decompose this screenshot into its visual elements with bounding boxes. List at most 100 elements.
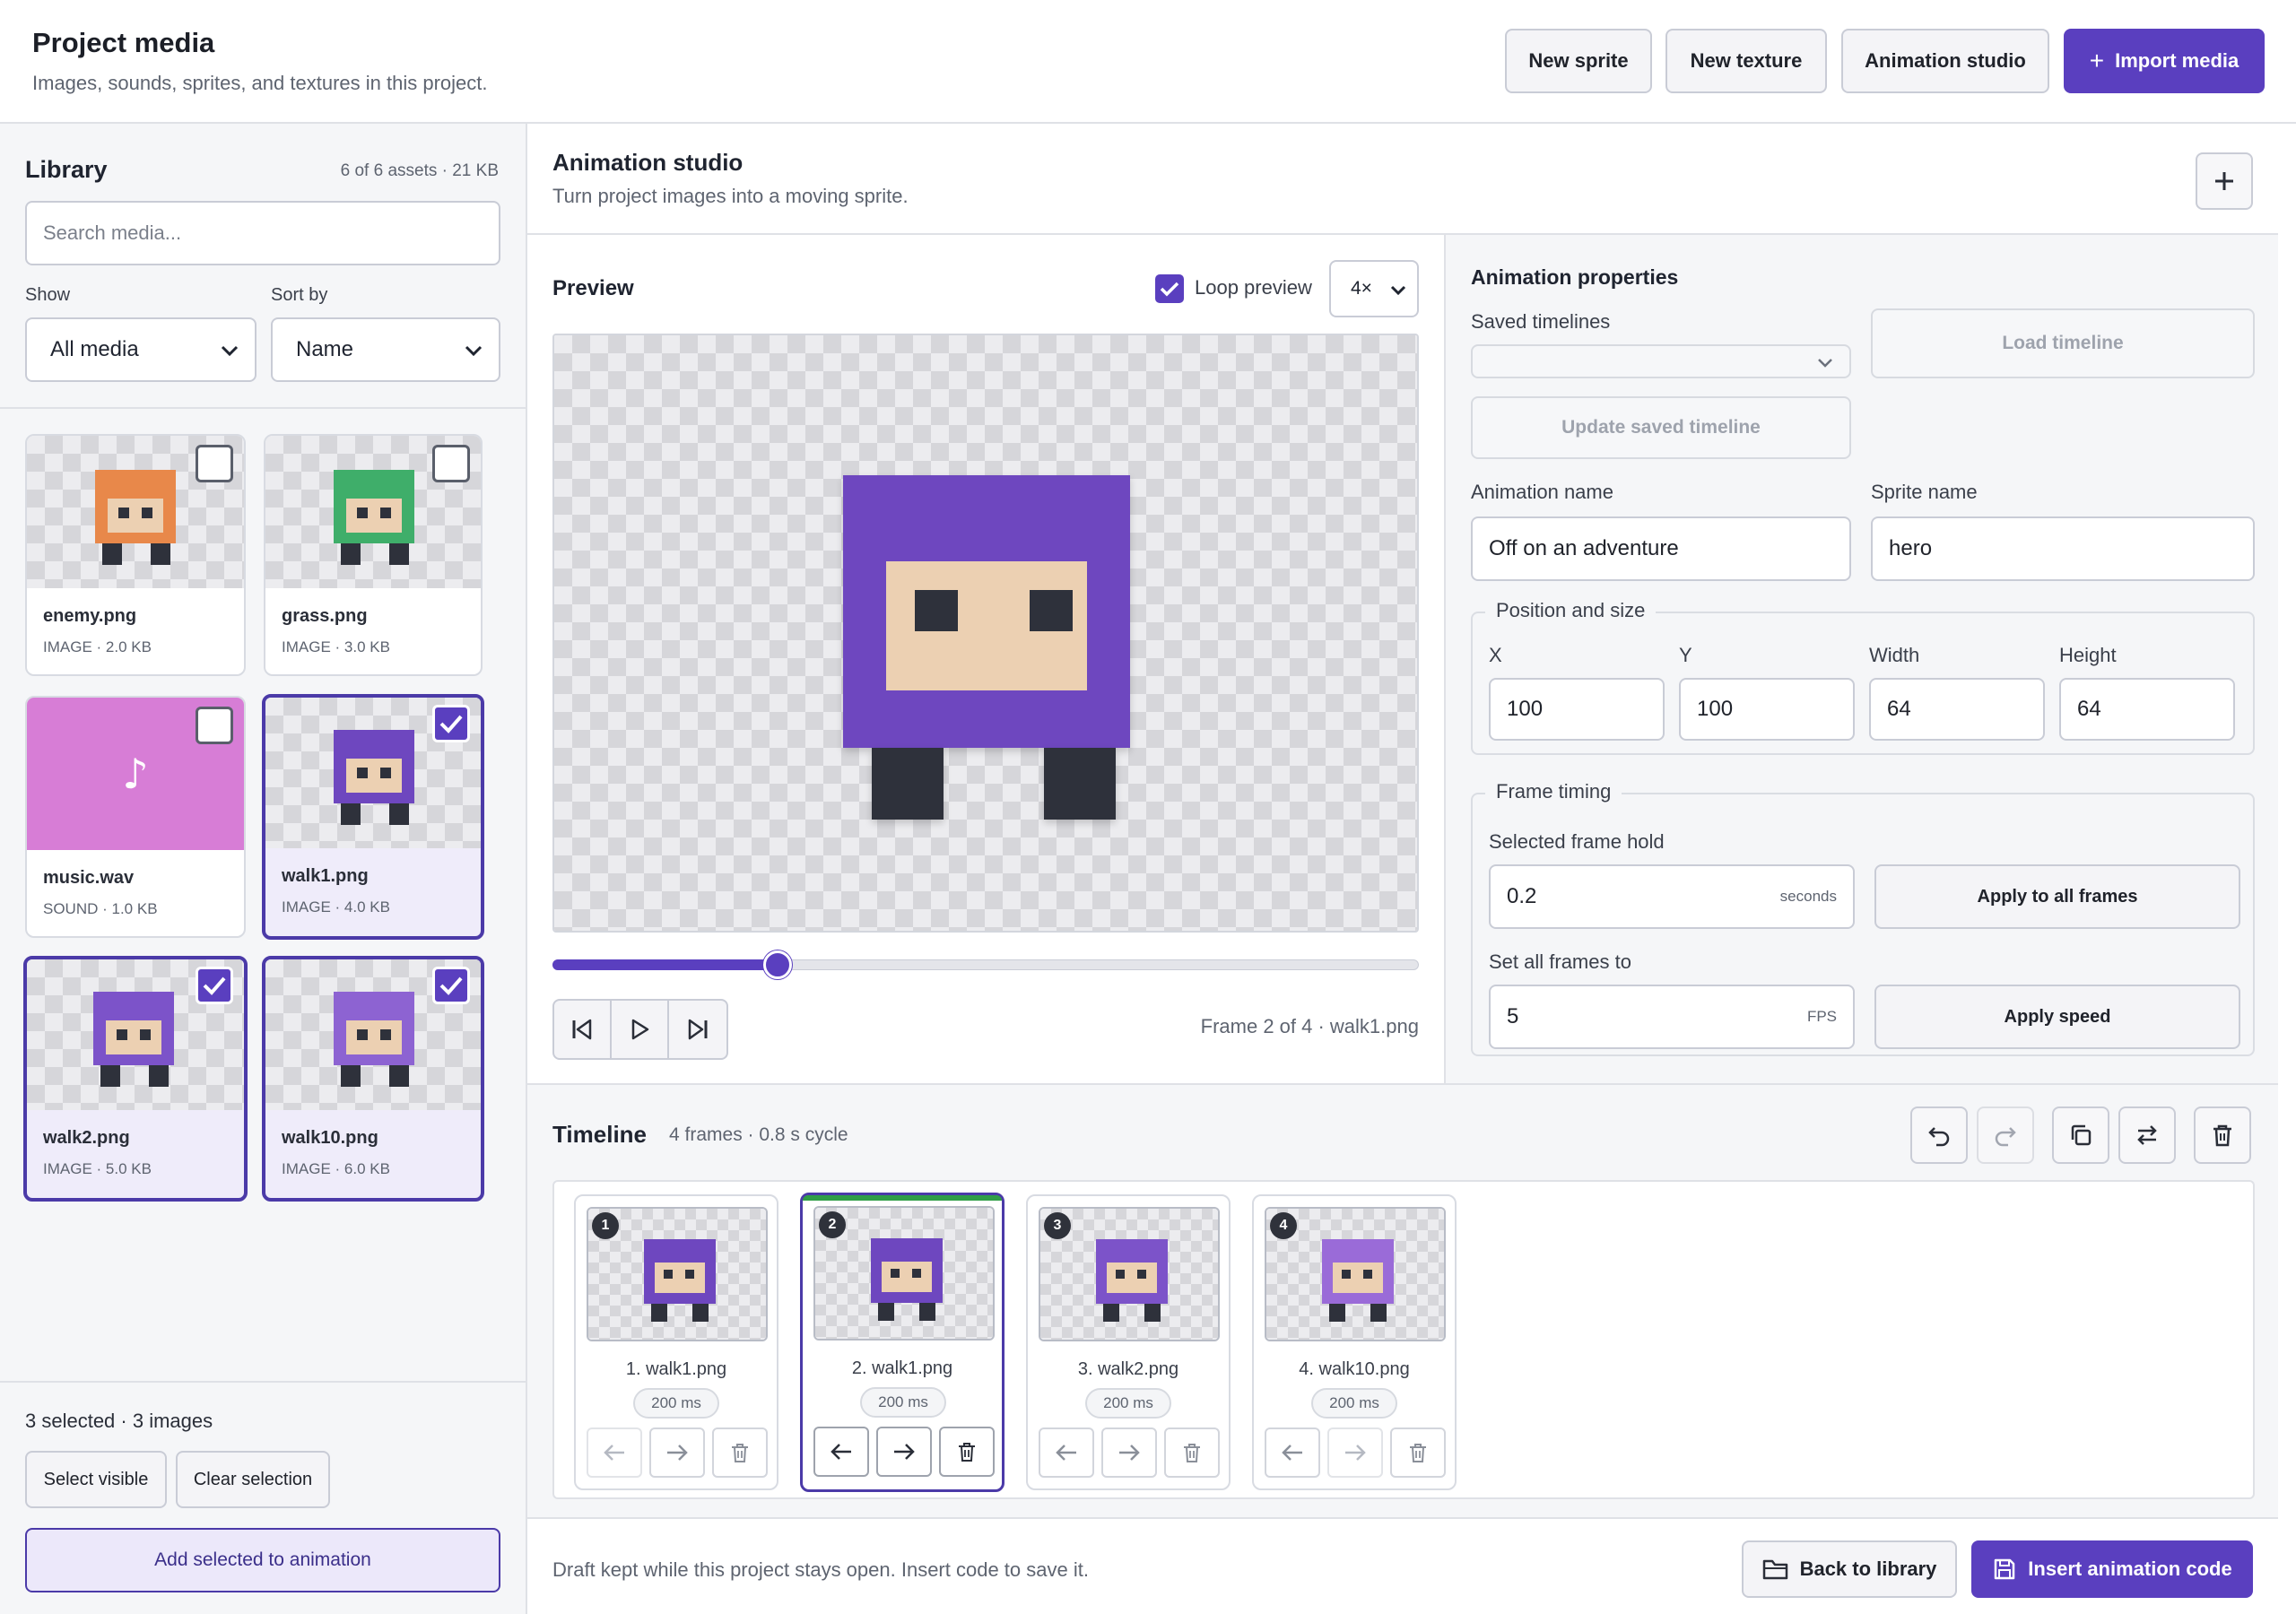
asset-card-walk10[interactable]: walk10.png IMAGE · 6.0 KB — [262, 956, 484, 1202]
search-input[interactable]: Search media... — [25, 201, 500, 265]
chevron-down-icon — [465, 337, 483, 362]
timeline-frame[interactable]: 3 3. walk2.png 200 ms — [1026, 1194, 1231, 1490]
frame-timing-legend: Frame timing — [1485, 780, 1622, 803]
update-saved-timeline-button[interactable]: Update saved timeline — [1471, 396, 1851, 459]
skip-back-button[interactable] — [554, 1001, 612, 1058]
selection-summary: 3 selected · 3 images — [25, 1410, 213, 1432]
arrow-right-icon — [667, 1445, 688, 1461]
asset-name: enemy.png — [43, 606, 137, 626]
clear-selection-button[interactable]: Clear selection — [176, 1451, 330, 1508]
skip-back-icon — [572, 1019, 592, 1040]
copy-icon — [2071, 1124, 2092, 1146]
arrow-right-icon — [894, 1444, 915, 1460]
fps-input[interactable]: 5 FPS — [1489, 985, 1855, 1049]
new-sprite-label: New sprite — [1528, 49, 1629, 72]
redo-button[interactable] — [1977, 1106, 2034, 1164]
sprite-name-value: hero — [1889, 536, 1933, 560]
y-input[interactable]: 100 — [1679, 678, 1855, 741]
move-left-button[interactable] — [1039, 1427, 1094, 1478]
save-icon — [1995, 1558, 2015, 1580]
new-sprite-button[interactable]: New sprite — [1505, 29, 1652, 93]
animation-name-input[interactable]: Off on an adventure — [1471, 516, 1851, 581]
chevron-down-icon — [221, 337, 239, 362]
expand-button[interactable] — [2196, 152, 2253, 210]
position-size-legend: Position and size — [1485, 599, 1657, 622]
sprite-image — [644, 1239, 716, 1323]
timeline-frame[interactable]: 4 4. walk10.png 200 ms — [1252, 1194, 1457, 1490]
show-select[interactable]: All media — [25, 317, 257, 382]
move-right-button[interactable] — [649, 1427, 705, 1478]
height-input[interactable]: 64 — [2059, 678, 2235, 741]
hold-unit: seconds — [1779, 888, 1837, 905]
asset-checkbox[interactable] — [196, 707, 233, 744]
sprite-image — [334, 992, 414, 1090]
move-right-button[interactable] — [1101, 1427, 1157, 1478]
skip-forward-button[interactable] — [669, 1001, 726, 1058]
undo-button[interactable] — [1910, 1106, 1968, 1164]
frame-hold-input[interactable]: 0.2 seconds — [1489, 864, 1855, 929]
move-left-button[interactable] — [587, 1427, 642, 1478]
add-selected-button[interactable]: Add selected to animation — [25, 1528, 500, 1592]
sprite-leg — [872, 748, 944, 820]
plus-icon: + — [2089, 47, 2105, 74]
animation-studio-button[interactable]: Animation studio — [1841, 29, 2049, 93]
asset-card-walk1[interactable]: walk1.png IMAGE · 4.0 KB — [262, 694, 484, 940]
check-icon — [439, 976, 463, 995]
width-input[interactable]: 64 — [1869, 678, 2045, 741]
move-left-button[interactable] — [813, 1427, 869, 1477]
delete-frame-button[interactable] — [2194, 1106, 2251, 1164]
apply-all-frames-label: Apply to all frames — [1977, 886, 2138, 907]
timeline-frame[interactable]: 1 1. walk1.png 200 ms — [574, 1194, 778, 1490]
x-input[interactable]: 100 — [1489, 678, 1665, 741]
width-label: Width — [1869, 644, 1920, 666]
apply-speed-button[interactable]: Apply speed — [1874, 985, 2240, 1049]
timeline-summary: 4 frames · 0.8 s cycle — [669, 1124, 848, 1145]
sprite-image — [93, 992, 174, 1090]
asset-card-music[interactable]: ♪ music.wav SOUND · 1.0 KB — [25, 696, 246, 938]
apply-all-frames-button[interactable]: Apply to all frames — [1874, 864, 2240, 929]
remove-frame-button[interactable] — [939, 1427, 995, 1477]
studio-header: Animation studio Turn project images int… — [527, 124, 2278, 235]
back-to-library-button[interactable]: Back to library — [1742, 1540, 1957, 1598]
asset-checkbox[interactable] — [432, 445, 470, 482]
loop-preview-checkbox[interactable] — [1155, 274, 1184, 303]
asset-checkbox-checked[interactable] — [432, 705, 470, 742]
asset-card-walk2[interactable]: walk2.png IMAGE · 5.0 KB — [23, 956, 248, 1202]
asset-card-grass[interactable]: grass.png IMAGE · 3.0 KB — [264, 434, 483, 676]
asset-checkbox-checked[interactable] — [196, 967, 233, 1004]
scrub-slider[interactable] — [552, 949, 1419, 979]
apply-speed-label: Apply speed — [2004, 1006, 2111, 1027]
import-media-button[interactable]: + Import media — [2064, 29, 2265, 93]
move-left-button[interactable] — [1265, 1427, 1320, 1478]
sort-value: Name — [296, 337, 354, 361]
sprite-image — [1322, 1239, 1394, 1323]
asset-name: grass.png — [282, 606, 368, 626]
select-visible-button[interactable]: Select visible — [25, 1451, 167, 1508]
remove-frame-button[interactable] — [1164, 1427, 1220, 1478]
preview-canvas — [552, 334, 1419, 933]
remove-frame-button[interactable] — [1390, 1427, 1446, 1478]
show-value: All media — [50, 337, 139, 361]
new-texture-button[interactable]: New texture — [1665, 29, 1827, 93]
saved-timelines-select[interactable] — [1471, 344, 1851, 378]
asset-checkbox[interactable] — [196, 445, 233, 482]
load-timeline-button[interactable]: Load timeline — [1871, 308, 2255, 378]
duplicate-frame-button[interactable] — [2052, 1106, 2109, 1164]
check-icon — [1160, 282, 1179, 297]
sort-select[interactable]: Name — [271, 317, 500, 382]
chevron-down-icon — [1390, 276, 1406, 301]
reverse-frames-button[interactable] — [2118, 1106, 2176, 1164]
scrub-fill — [552, 959, 778, 970]
remove-frame-button[interactable] — [712, 1427, 768, 1478]
asset-checkbox-checked[interactable] — [432, 967, 470, 1004]
move-right-button[interactable] — [1327, 1427, 1383, 1478]
timeline-frame-active[interactable]: 2 2. walk1.png 200 ms — [800, 1193, 1004, 1492]
sprite-name-input[interactable]: hero — [1871, 516, 2255, 581]
play-button[interactable] — [612, 1001, 669, 1058]
asset-meta: IMAGE · 2.0 KB — [43, 638, 152, 655]
zoom-select[interactable]: 4× — [1329, 260, 1419, 317]
move-right-button[interactable] — [876, 1427, 932, 1477]
asset-card-enemy[interactable]: enemy.png IMAGE · 2.0 KB — [25, 434, 246, 676]
insert-animation-code-button[interactable]: Insert animation code — [1971, 1540, 2253, 1598]
scrub-thumb[interactable] — [763, 950, 792, 979]
